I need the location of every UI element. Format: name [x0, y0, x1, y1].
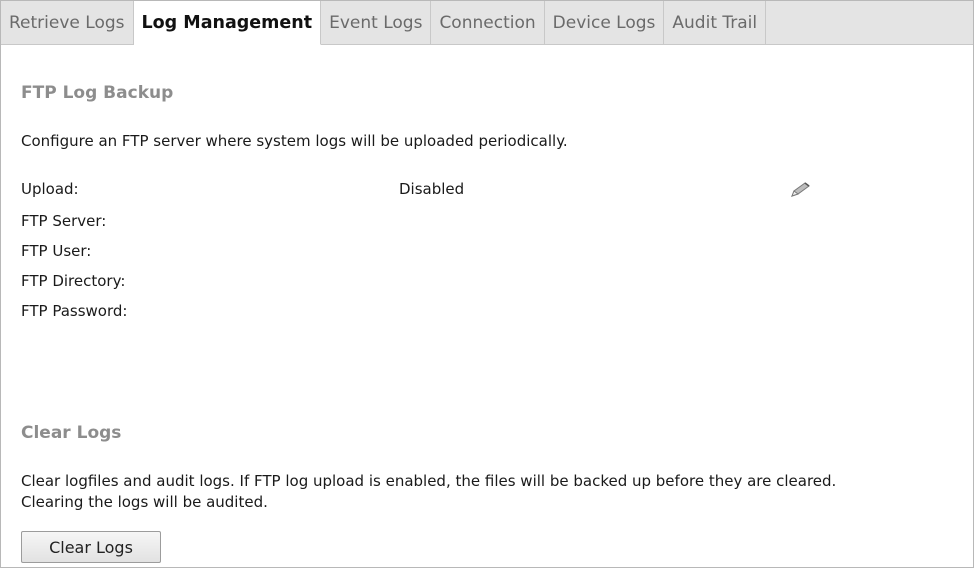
clear-logs-title: Clear Logs — [21, 423, 122, 443]
tab-event-logs[interactable]: Event Logs — [321, 1, 432, 44]
ftp-password-label: FTP Password: — [21, 302, 128, 320]
clear-logs-description-line1: Clear logfiles and audit logs. If FTP lo… — [21, 472, 837, 490]
clear-logs-button[interactable]: Clear Logs — [21, 531, 161, 563]
tab-bar: Retrieve Logs Log Management Event Logs … — [1, 1, 973, 45]
clear-logs-description-line2: Clearing the logs will be audited. — [21, 493, 268, 511]
ftp-backup-title: FTP Log Backup — [21, 83, 174, 103]
tab-audit-trail[interactable]: Audit Trail — [664, 1, 767, 44]
upload-value: Disabled — [399, 180, 465, 198]
tab-connection[interactable]: Connection — [431, 1, 545, 44]
pencil-icon[interactable] — [788, 181, 814, 199]
ftp-backup-description: Configure an FTP server where system log… — [21, 132, 568, 150]
tab-log-management[interactable]: Log Management — [133, 1, 322, 45]
upload-label: Upload: — [21, 180, 79, 198]
tab-bar-filler — [766, 1, 973, 44]
ftp-directory-label: FTP Directory: — [21, 272, 126, 290]
ftp-user-label: FTP User: — [21, 242, 92, 260]
tab-device-logs[interactable]: Device Logs — [545, 1, 665, 44]
ftp-server-label: FTP Server: — [21, 212, 107, 230]
tab-retrieve-logs[interactable]: Retrieve Logs — [1, 1, 134, 44]
log-management-panel: Retrieve Logs Log Management Event Logs … — [0, 0, 974, 568]
